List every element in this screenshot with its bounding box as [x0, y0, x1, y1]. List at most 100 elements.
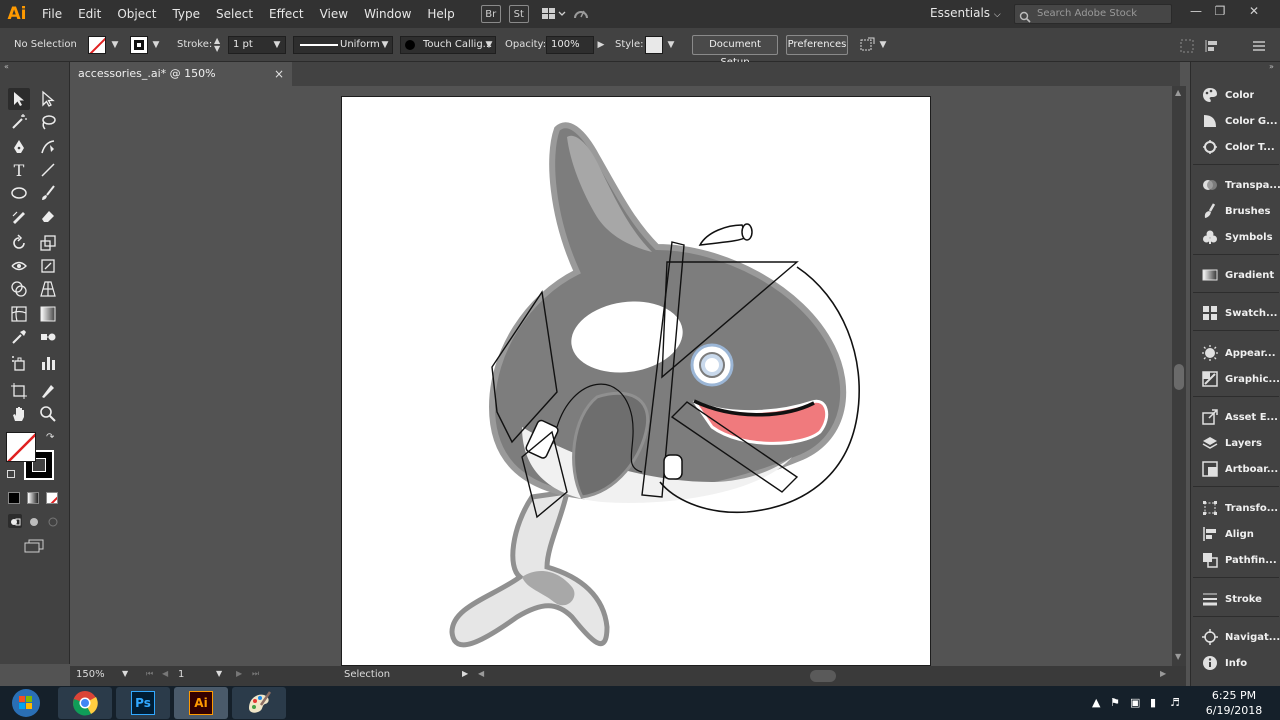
isolate-icon[interactable] [1180, 38, 1194, 57]
stroke-stepper-icon[interactable]: ▲ ▼ [214, 37, 220, 53]
panel-symbols[interactable]: Symbols [1191, 224, 1280, 250]
start-button[interactable] [6, 687, 46, 719]
eyedropper-tool-icon[interactable] [8, 326, 30, 348]
display-icon[interactable]: ▣ [1130, 696, 1140, 709]
gradient-tool-icon[interactable] [37, 303, 59, 325]
style-dropdown-icon[interactable]: ▼ [666, 38, 676, 52]
workspace-switcher[interactable]: Essentials ⌵ [930, 6, 1001, 20]
brush-dropdown-icon[interactable]: ▼ [484, 38, 494, 52]
vertical-scrollbar[interactable]: ▲ ▼ [1172, 86, 1186, 666]
panel-swatches[interactable]: Swatch... [1191, 300, 1280, 326]
scroll-up-icon[interactable]: ▲ [1175, 88, 1181, 97]
artboard-tool-icon[interactable] [8, 380, 30, 402]
color-mode-icon[interactable] [8, 492, 20, 504]
first-artboard-icon[interactable]: ⏮ [146, 669, 153, 679]
slice-tool-icon[interactable] [37, 380, 59, 402]
mesh-tool-icon[interactable] [8, 303, 30, 325]
panel-stroke[interactable]: Stroke [1191, 586, 1280, 612]
close-icon[interactable]: × [274, 62, 284, 86]
zoom-tool-icon[interactable] [37, 403, 59, 425]
taskbar-clock[interactable]: 6:25 PM 6/19/2018 [1196, 688, 1272, 718]
opacity-label[interactable]: Opacity: [505, 28, 546, 62]
hand-tool-icon[interactable] [8, 403, 30, 425]
taskbar-paint-button[interactable] [232, 687, 286, 719]
scale-tool-icon[interactable] [37, 232, 59, 254]
panel-navigator[interactable]: Navigat... [1191, 624, 1280, 650]
menu-window[interactable]: Window [356, 0, 419, 28]
dock-collapse-icon[interactable]: » [1269, 62, 1274, 71]
panel-graphic-styles[interactable]: Graphic... [1191, 366, 1280, 392]
symbol-sprayer-tool-icon[interactable] [8, 352, 30, 374]
close-window-icon[interactable]: ✕ [1244, 4, 1264, 22]
stroke-swatch[interactable] [130, 36, 148, 54]
document-tab[interactable]: accessories_.ai* @ 150% (RGB/Preview) × [70, 62, 292, 104]
fill-color-box[interactable] [6, 432, 36, 462]
shaper-tool-icon[interactable] [8, 205, 30, 227]
align-options-icon[interactable] [1204, 38, 1220, 57]
panel-menu-icon[interactable] [1252, 38, 1266, 57]
volume-icon[interactable]: ♬ [1170, 696, 1180, 709]
magic-wand-tool-icon[interactable] [8, 111, 30, 133]
draw-normal-icon[interactable] [8, 514, 22, 528]
style-swatch[interactable] [645, 36, 663, 54]
status-menu-icon[interactable]: ▶ [462, 669, 468, 678]
menu-object[interactable]: Object [109, 0, 164, 28]
panel-pathfinder[interactable]: Pathfin... [1191, 547, 1280, 573]
zoom-dropdown-icon[interactable]: ▼ [122, 669, 128, 678]
gradient-mode-icon[interactable] [27, 492, 39, 504]
variable-width-profile[interactable]: Uniform [293, 36, 393, 54]
stroke-dropdown-icon[interactable]: ▼ [151, 38, 161, 52]
taskbar-chrome-button[interactable] [58, 687, 112, 719]
draw-inside-icon[interactable] [46, 514, 60, 528]
curvature-tool-icon[interactable] [37, 136, 59, 158]
free-transform-tool-icon[interactable] [37, 255, 59, 277]
arrange-documents-icon[interactable] [541, 5, 567, 23]
panel-align[interactable]: Align [1191, 521, 1280, 547]
gpu-performance-icon[interactable] [573, 5, 591, 23]
horizontal-scroll-thumb[interactable] [810, 670, 836, 682]
panel-transparency[interactable]: Transpa... [1191, 172, 1280, 198]
selection-tool-icon[interactable] [8, 88, 30, 110]
ellipse-tool-icon[interactable] [8, 182, 30, 204]
type-tool-icon[interactable]: T [8, 159, 30, 181]
rotate-tool-icon[interactable] [8, 232, 30, 254]
screen-mode-icon[interactable] [24, 538, 44, 553]
perspective-grid-tool-icon[interactable] [37, 278, 59, 300]
bridge-button[interactable]: Br [480, 5, 501, 23]
eraser-tool-icon[interactable] [37, 205, 59, 227]
preferences-button[interactable]: Preferences [786, 35, 848, 55]
menu-help[interactable]: Help [419, 0, 462, 28]
stroke-label[interactable]: Stroke: [177, 28, 212, 62]
zoom-level-field[interactable]: 150% [76, 669, 105, 680]
shape-builder-tool-icon[interactable] [8, 278, 30, 300]
width-tool-icon[interactable] [8, 255, 30, 277]
menu-view[interactable]: View [312, 0, 356, 28]
profile-dropdown-icon[interactable]: ▼ [380, 38, 390, 52]
transform-again-icon[interactable] [858, 37, 876, 57]
canvas-pasteboard[interactable] [70, 86, 1172, 666]
line-segment-tool-icon[interactable] [37, 159, 59, 181]
menu-type[interactable]: Type [164, 0, 208, 28]
network-icon[interactable]: ▮ [1150, 696, 1156, 709]
last-artboard-icon[interactable]: ⏭ [252, 669, 259, 679]
brush-definition[interactable]: Touch Callig... [400, 36, 496, 54]
panel-artboards[interactable]: Artboar... [1191, 456, 1280, 482]
panel-color-guide[interactable]: Color G... [1191, 108, 1280, 134]
document-setup-button[interactable]: Document Setup [692, 35, 778, 68]
scroll-right-icon[interactable]: ▶ [1160, 669, 1166, 678]
menu-select[interactable]: Select [208, 0, 261, 28]
panel-info[interactable]: Info [1191, 650, 1280, 676]
artboard-dropdown-icon[interactable]: ▼ [216, 669, 222, 678]
menu-effect[interactable]: Effect [261, 0, 312, 28]
maximize-icon[interactable]: ❐ [1210, 4, 1230, 22]
previous-artboard-icon[interactable]: ◀ [162, 669, 168, 678]
current-tool-status[interactable]: Selection [344, 669, 390, 680]
panel-gradient[interactable]: Gradient [1191, 262, 1280, 288]
vertical-scroll-thumb[interactable] [1174, 364, 1184, 390]
artboard[interactable] [341, 96, 931, 666]
stroke-weight-dropdown-icon[interactable]: ▼ [272, 38, 282, 52]
artboard-number-field[interactable]: 1 [178, 669, 184, 680]
draw-behind-icon[interactable] [27, 514, 41, 528]
default-fill-stroke-icon[interactable] [7, 470, 15, 478]
taskbar-illustrator-button[interactable]: Ai [174, 687, 228, 719]
